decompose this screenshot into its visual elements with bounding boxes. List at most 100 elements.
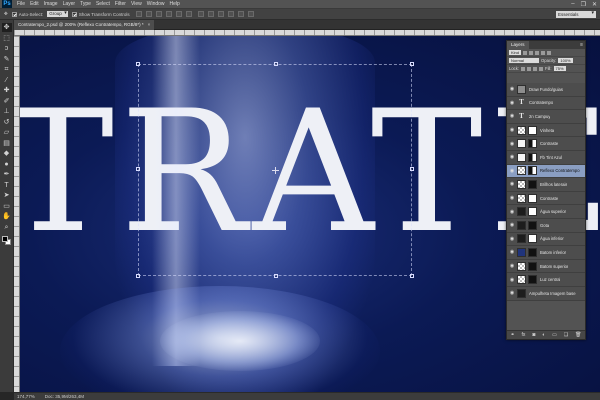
- lock-transparent-icon[interactable]: [521, 66, 526, 71]
- fill-field[interactable]: 75%: [553, 66, 566, 71]
- transform-reference-point[interactable]: [272, 167, 279, 174]
- layer-row[interactable]: ◉ Contraste: [507, 191, 585, 206]
- panel-menu-icon[interactable]: ≡: [580, 41, 583, 49]
- layer-mask-thumbnail[interactable]: [528, 261, 537, 271]
- auto-select-dropdown[interactable]: Group: [47, 10, 68, 17]
- layer-row[interactable]: ◉ Água inferior: [507, 232, 585, 247]
- blend-mode-dropdown[interactable]: Normal: [509, 58, 539, 63]
- visibility-eye-icon[interactable]: ◉: [509, 290, 515, 296]
- layer-style-icon[interactable]: fx: [522, 332, 526, 338]
- menu-select[interactable]: Select: [96, 1, 110, 7]
- layer-thumbnail[interactable]: [517, 166, 526, 176]
- layer-mask-thumbnail[interactable]: [528, 166, 537, 176]
- visibility-eye-icon[interactable]: ◉: [509, 236, 515, 242]
- layer-thumbnail[interactable]: T: [517, 98, 526, 107]
- layer-row[interactable]: ◉ Água superior: [507, 205, 585, 219]
- visibility-eye-icon[interactable]: ◉: [509, 141, 515, 147]
- healing-brush-tool-icon[interactable]: ✚: [2, 86, 12, 95]
- visibility-eye-icon[interactable]: ◉: [509, 249, 515, 255]
- layer-mask-thumbnail[interactable]: [528, 234, 537, 244]
- visibility-eye-icon[interactable]: ◉: [509, 181, 515, 187]
- layer-row[interactable]: ◉ Batom superior: [507, 259, 585, 274]
- visibility-eye-icon[interactable]: ◉: [509, 168, 515, 174]
- layer-thumbnail[interactable]: [517, 220, 526, 230]
- visibility-eye-icon[interactable]: ◉: [509, 277, 515, 283]
- layer-mask-thumbnail[interactable]: [528, 207, 537, 217]
- align-top-icon[interactable]: [135, 11, 142, 17]
- visibility-eye-icon[interactable]: ◉: [509, 127, 515, 133]
- transform-handle-left[interactable]: [136, 167, 140, 171]
- menu-help[interactable]: Help: [170, 1, 180, 7]
- transform-handle-top[interactable]: [274, 62, 278, 66]
- layer-row[interactable]: ◉ Draw Fundo/guias: [507, 83, 585, 97]
- layer-row[interactable]: ◉ Ampulheta Imagem base: [507, 286, 585, 301]
- layer-row[interactable]: ◉ Gota: [507, 218, 585, 233]
- distribute-top-icon[interactable]: [197, 11, 204, 17]
- delete-layer-icon[interactable]: 🗑: [575, 332, 581, 338]
- visibility-eye-icon[interactable]: ◉: [509, 154, 515, 160]
- layer-mask-thumbnail[interactable]: [528, 193, 537, 203]
- layer-thumbnail[interactable]: [517, 261, 526, 271]
- crop-tool-icon[interactable]: ⌗: [2, 65, 12, 74]
- visibility-eye-icon[interactable]: ◉: [509, 100, 515, 106]
- move-tool-icon[interactable]: ✥: [1, 23, 12, 32]
- filter-adjustment-icon[interactable]: [529, 50, 534, 55]
- layer-thumbnail[interactable]: [517, 207, 526, 217]
- layers-tab[interactable]: Layers: [507, 41, 529, 49]
- filter-shape-icon[interactable]: [541, 50, 546, 55]
- visibility-eye-icon[interactable]: ◉: [509, 195, 515, 201]
- document-tab[interactable]: Contratempo_2.psd @ 200% (Reflexo Contra…: [14, 20, 155, 30]
- menu-view[interactable]: View: [131, 1, 142, 7]
- new-layer-icon[interactable]: ❏: [564, 332, 568, 338]
- align-middle-icon[interactable]: [145, 11, 152, 17]
- visibility-eye-icon[interactable]: ◉: [509, 113, 515, 119]
- layer-mask-thumbnail[interactable]: [528, 139, 537, 149]
- layer-row[interactable]: ◉ Vinheta: [507, 123, 585, 138]
- visibility-eye-icon[interactable]: ◉: [509, 86, 515, 92]
- color-swatches[interactable]: [1, 235, 13, 247]
- dodge-tool-icon[interactable]: ●: [2, 160, 12, 169]
- layer-mask-thumbnail[interactable]: [528, 275, 537, 285]
- distribute-bottom-icon[interactable]: [217, 11, 224, 17]
- layer-mask-thumbnail[interactable]: [528, 125, 537, 135]
- eyedropper-tool-icon[interactable]: ⁄: [2, 76, 12, 85]
- brush-tool-icon[interactable]: ✐: [2, 97, 12, 106]
- lasso-tool-icon[interactable]: ↄ: [2, 44, 12, 53]
- layer-mask-thumbnail[interactable]: [528, 179, 537, 189]
- layer-thumbnail[interactable]: T: [517, 112, 526, 121]
- transform-handle-bottom[interactable]: [274, 274, 278, 278]
- layer-row[interactable]: ◉ Reflexo Contratempo: [507, 164, 585, 179]
- filter-pixel-icon[interactable]: [523, 50, 528, 55]
- align-center-icon[interactable]: [175, 11, 182, 17]
- layer-row[interactable]: ◉ Fb Tint Azul: [507, 150, 585, 165]
- menu-edit[interactable]: Edit: [30, 1, 39, 7]
- layer-row[interactable]: ◉ Batom inferior: [507, 246, 585, 260]
- clone-stamp-tool-icon[interactable]: ⊥: [2, 107, 12, 116]
- pen-tool-icon[interactable]: ✒: [2, 170, 12, 179]
- distribute-middle-icon[interactable]: [207, 11, 214, 17]
- adjustment-layer-icon[interactable]: ◐: [542, 332, 545, 338]
- layer-thumbnail[interactable]: [517, 275, 526, 285]
- filter-smart-object-icon[interactable]: [547, 50, 552, 55]
- layer-thumbnail[interactable]: [517, 84, 526, 94]
- filter-kind-dropdown[interactable]: Kind: [509, 50, 522, 55]
- layer-row[interactable]: ◉ Luz central: [507, 273, 585, 287]
- layer-row[interactable]: ◉ Contraste: [507, 137, 585, 151]
- show-transform-checkbox[interactable]: [71, 11, 77, 17]
- layer-row[interactable]: ◉ T 2n Campuy: [507, 110, 585, 124]
- lock-all-icon[interactable]: [539, 66, 544, 71]
- transform-handle-bottom-right[interactable]: [410, 274, 414, 278]
- align-left-icon[interactable]: [165, 11, 172, 17]
- layer-thumbnail[interactable]: [517, 152, 526, 162]
- link-layers-icon[interactable]: ⚭: [510, 332, 514, 338]
- path-select-tool-icon[interactable]: ➤: [2, 191, 12, 200]
- transform-handle-bottom-left[interactable]: [136, 274, 140, 278]
- lock-pixels-icon[interactable]: [527, 66, 532, 71]
- shape-tool-icon[interactable]: ▭: [2, 202, 12, 211]
- layer-thumbnail[interactable]: [517, 247, 526, 257]
- layer-row[interactable]: ◉ T Contratempo: [507, 96, 585, 111]
- type-tool-icon[interactable]: T: [2, 181, 12, 190]
- zoom-level[interactable]: 174,77%: [17, 393, 35, 400]
- visibility-eye-icon[interactable]: ◉: [509, 209, 515, 215]
- transform-bounding-box[interactable]: [136, 62, 414, 278]
